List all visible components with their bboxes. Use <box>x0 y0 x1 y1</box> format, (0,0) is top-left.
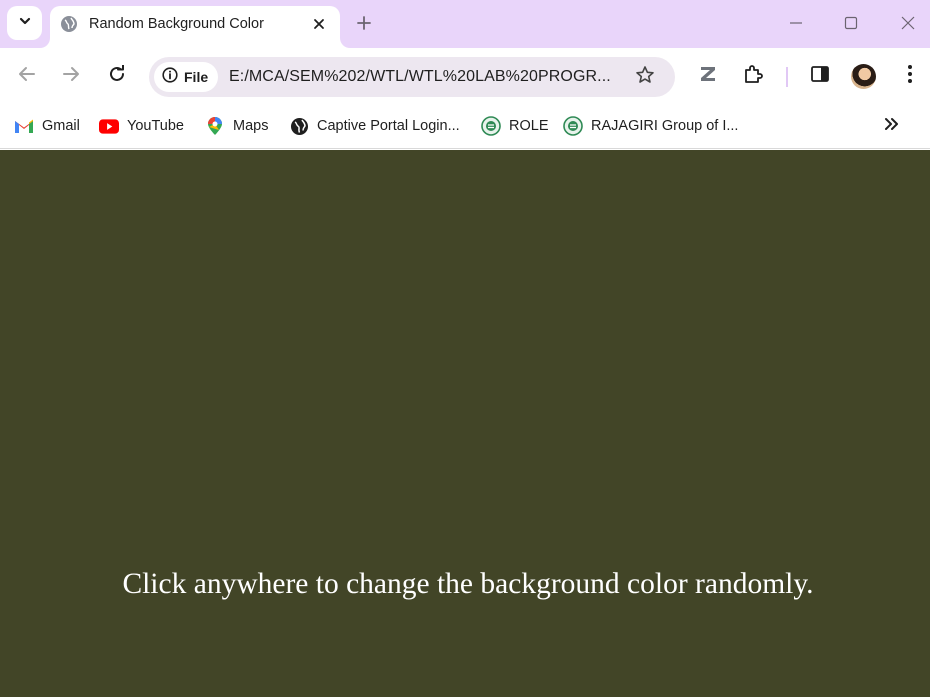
role-logo-icon <box>481 116 501 136</box>
maps-icon <box>205 116 225 136</box>
globe-icon <box>60 15 78 33</box>
toolbar-separator <box>786 67 788 87</box>
menu-button[interactable] <box>897 63 923 89</box>
bookmark-label: Gmail <box>42 118 80 134</box>
bookmark-label: Maps <box>233 118 269 134</box>
site-info-chip[interactable]: File <box>154 62 218 92</box>
globe-icon <box>289 116 309 136</box>
bookmark-youtube[interactable]: YouTube <box>99 114 184 138</box>
extensions-button[interactable] <box>740 63 766 89</box>
side-panel-button[interactable] <box>807 63 833 89</box>
bookmark-captive-portal[interactable]: Captive Portal Login... <box>289 114 460 138</box>
maximize-button[interactable] <box>836 8 866 38</box>
back-arrow-icon <box>18 65 36 88</box>
instruction-text: Click anywhere to change the background … <box>122 568 814 600</box>
bookmark-role[interactable]: ROLE <box>481 114 549 138</box>
chevron-down-icon <box>18 14 32 33</box>
forward-arrow-icon <box>62 65 80 88</box>
back-button[interactable] <box>14 63 40 89</box>
reload-button[interactable] <box>104 63 130 89</box>
zotero-extension-button[interactable] <box>695 63 721 89</box>
close-window-button[interactable] <box>893 8 923 38</box>
bookmark-label: ROLE <box>509 118 549 134</box>
forward-button[interactable] <box>58 63 84 89</box>
bookmarks-bar: Gmail YouTube Maps Captive Portal Login.… <box>0 105 930 149</box>
bookmark-gmail[interactable]: Gmail <box>14 114 80 138</box>
tab-title: Random Background Color <box>89 16 264 32</box>
double-chevron-right-icon <box>884 117 900 136</box>
close-tab-icon[interactable] <box>309 14 329 34</box>
zotero-z-icon <box>698 64 718 89</box>
url-text[interactable]: E:/MCA/SEM%202/WTL/WTL%20LAB%20PROGR... <box>229 68 611 86</box>
browser-toolbar: File E:/MCA/SEM%202/WTL/WTL%20LAB%20PROG… <box>0 48 930 105</box>
more-bookmarks-button[interactable] <box>880 113 904 139</box>
puzzle-icon <box>742 63 764 90</box>
address-bar[interactable]: File E:/MCA/SEM%202/WTL/WTL%20LAB%20PROG… <box>149 57 675 97</box>
bookmark-maps[interactable]: Maps <box>205 114 268 138</box>
minimize-button[interactable] <box>781 8 811 38</box>
bookmark-label: RAJAGIRI Group of I... <box>591 118 739 134</box>
info-icon <box>162 66 178 88</box>
page-body[interactable]: Click anywhere to change the background … <box>0 150 930 697</box>
new-tab-button[interactable] <box>353 12 375 34</box>
more-vert-icon <box>907 64 913 89</box>
bookmark-label: Captive Portal Login... <box>317 118 460 134</box>
gmail-icon <box>14 116 34 136</box>
bookmark-star-button[interactable] <box>633 65 657 89</box>
profile-avatar[interactable] <box>851 64 876 89</box>
tab-strip: Random Background Color <box>0 0 930 48</box>
security-chip-label: File <box>184 69 209 85</box>
rajagiri-logo-icon <box>563 116 583 136</box>
reload-icon <box>108 63 126 88</box>
bookmark-rajagiri[interactable]: RAJAGIRI Group of I... <box>563 114 738 138</box>
tab-search-button[interactable] <box>7 6 42 40</box>
side-panel-icon <box>810 64 830 89</box>
bookmark-label: YouTube <box>127 118 184 134</box>
browser-tab[interactable]: Random Background Color <box>50 6 340 48</box>
youtube-icon <box>99 116 119 136</box>
star-icon <box>635 65 655 90</box>
